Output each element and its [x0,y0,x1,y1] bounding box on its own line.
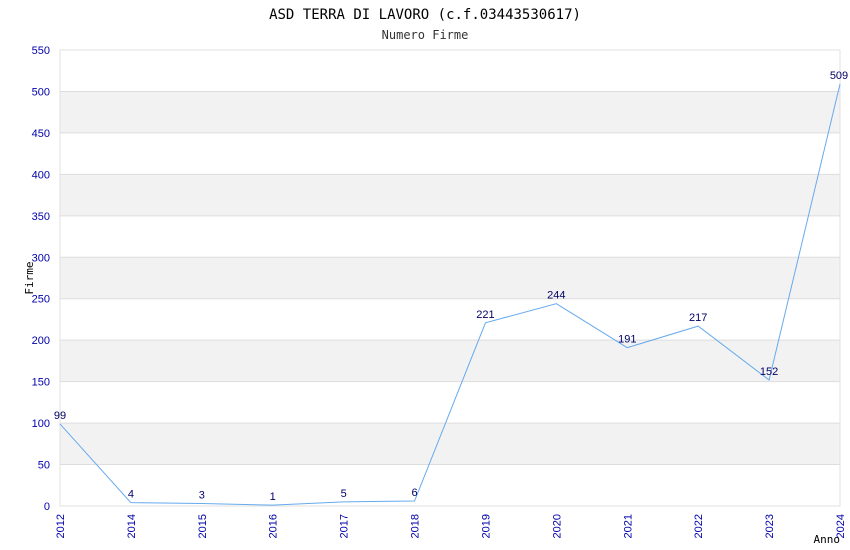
plot-band [60,174,840,216]
data-label: 509 [830,70,848,82]
plot-band [60,423,840,465]
y-axis-label: Firme [23,261,36,294]
y-tick-label: 250 [32,294,50,306]
y-tick-label: 50 [38,460,50,472]
x-tick-label: 2018 [410,514,422,538]
x-tick-label: 2012 [55,514,67,538]
y-tick-label: 200 [32,335,50,347]
x-tick-label: 2019 [480,514,492,538]
y-tick-label: 300 [32,252,50,264]
data-label: 99 [54,410,66,422]
x-tick-label: 2022 [693,514,705,538]
plot-band [60,91,840,133]
chart-subtitle: Numero Firme [382,28,469,42]
plot-band [60,257,840,299]
x-tick-label: 2020 [551,514,563,538]
y-tick-label: 550 [32,45,50,57]
data-label: 1 [270,491,276,503]
line-chart: ASD TERRA DI LAVORO (c.f.03443530617) Nu… [23,7,848,546]
plot-band [60,340,840,382]
y-tick-label: 400 [32,169,50,181]
chart-title: ASD TERRA DI LAVORO (c.f.03443530617) [269,7,581,23]
y-tick-label: 150 [32,377,50,389]
x-tick-label: 2024 [835,514,847,538]
y-tick-label: 500 [32,86,50,98]
y-tick-label: 350 [32,211,50,223]
data-label: 244 [547,290,565,302]
plot-bands [60,91,840,465]
x-tick-label: 2014 [126,514,138,538]
x-tick-label: 2015 [197,514,209,538]
data-label: 3 [199,490,205,502]
data-label: 191 [618,334,636,346]
x-tick-label: 2017 [339,514,351,538]
data-label: 152 [760,366,778,378]
data-label: 217 [689,312,707,324]
x-tick-label: 2023 [764,514,776,538]
x-tick-label: 2021 [622,514,634,538]
x-tick-labels: 2012 2014 2015 2016 2017 2018 2019 2020 2021 2022… [55,514,847,538]
y-tick-label: 450 [32,128,50,140]
data-label: 221 [476,309,494,321]
y-tick-label: 100 [32,418,50,430]
x-tick-label: 2016 [268,514,280,538]
data-label: 5 [341,488,347,500]
y-tick-label: 0 [44,501,50,513]
data-label: 4 [128,489,134,501]
data-label: 6 [411,487,417,499]
